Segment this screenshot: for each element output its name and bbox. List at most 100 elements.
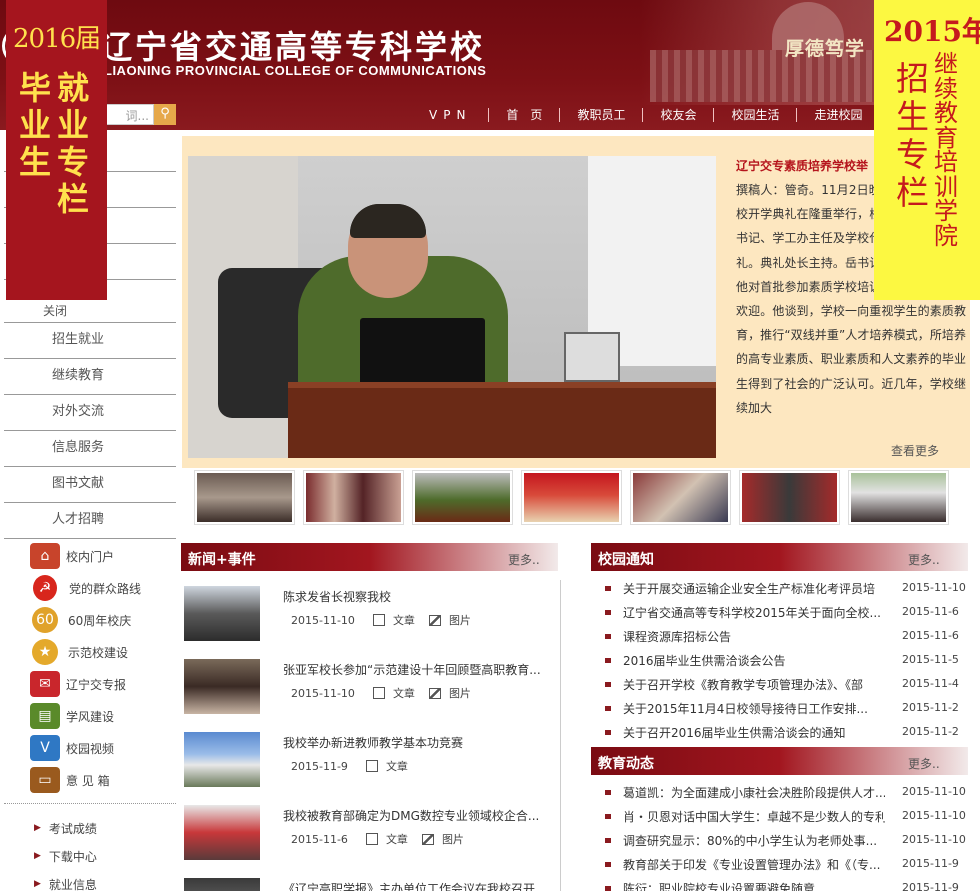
sidebar-divider xyxy=(4,803,176,804)
news-more-link[interactable]: 更多.. xyxy=(508,551,540,568)
article-link[interactable]: 文章 xyxy=(386,758,408,774)
news-thumbnail[interactable] xyxy=(184,878,260,891)
image-link[interactable]: 图片 xyxy=(449,685,471,701)
thumbnail[interactable] xyxy=(303,470,404,525)
bullet-icon xyxy=(605,790,611,795)
quick-link-suggestion-box[interactable]: ▭ 意 见 箱 xyxy=(30,764,180,796)
sub-link-downloads[interactable]: ▶ 下载中心 xyxy=(34,842,97,870)
image-link[interactable]: 图片 xyxy=(449,612,471,628)
notice-item[interactable]: 关于召开2016届毕业生供需洽谈会的通知 2015-11-2 xyxy=(595,721,967,745)
edu-news-title[interactable]: 肖・贝恩对话中国大学生：卓越不是少数人的专利 xyxy=(623,808,885,825)
sidebar-item-continuing-education[interactable]: 继续教育 xyxy=(4,359,176,395)
thumbnail[interactable] xyxy=(412,470,513,525)
notice-title[interactable]: 课程资源库招标公告 xyxy=(623,628,885,645)
edu-news-item[interactable]: 肖・贝恩对话中国大学生：卓越不是少数人的专利 2015-11-10 xyxy=(595,805,967,829)
thumbnail[interactable] xyxy=(848,470,949,525)
sub-link-exam-scores[interactable]: ▶ 考试成绩 xyxy=(34,814,97,842)
news-title[interactable]: 陈求发省长视察我校 xyxy=(283,588,553,605)
close-float-ad-link[interactable]: 关闭 xyxy=(43,302,67,319)
notice-item[interactable]: 2016届毕业生供需洽谈会公告 2015-11-5 xyxy=(595,649,967,673)
quick-link-model-school[interactable]: ★ 示范校建设 xyxy=(30,636,180,668)
bullet-icon xyxy=(605,862,611,867)
notice-item[interactable]: 关于2015年11月4日校领导接待日工作安排... 2015-11-2 xyxy=(595,697,967,721)
nav-about[interactable]: 走进校园 xyxy=(797,108,879,122)
news-thumbnail[interactable] xyxy=(184,732,260,787)
article-link[interactable]: 文章 xyxy=(393,685,415,701)
quick-link-study-style[interactable]: ▤ 学风建设 xyxy=(30,700,180,732)
quick-link-video[interactable]: V 校园视频 xyxy=(30,732,180,764)
notice-item[interactable]: 课程资源库招标公告 2015-11-6 xyxy=(595,625,967,649)
quick-link-portal[interactable]: ⌂ 校内门户 xyxy=(30,540,180,572)
news-item[interactable]: 我校被教育部确定为DMG数控专业领域校企合... 2015-11-6 文章 图片 xyxy=(184,799,556,860)
edu-news-more-link[interactable]: 更多.. xyxy=(908,755,940,772)
sub-link-employment[interactable]: ▶ 就业信息 xyxy=(34,870,97,891)
news-thumbnail[interactable] xyxy=(184,586,260,641)
nav-alumni[interactable]: 校友会 xyxy=(643,108,715,122)
article-link[interactable]: 文章 xyxy=(393,612,415,628)
thumbnail[interactable] xyxy=(194,470,295,525)
edu-news-title[interactable]: 葛道凯：为全面建成小康社会决胜阶段提供人才... xyxy=(623,784,885,801)
bullet-arrow-icon: ▶ xyxy=(34,851,41,861)
nav-vpn[interactable]: VPN xyxy=(415,108,490,122)
notices-more-link[interactable]: 更多.. xyxy=(908,551,940,568)
notice-item[interactable]: 关于召开学校《教育教学专项管理办法》、《部 2015-11-4 xyxy=(595,673,967,697)
sidebar-item-library[interactable]: 图书文献 xyxy=(4,467,176,503)
notice-date: 2015-11-2 xyxy=(902,725,959,738)
quick-link-label: 60周年校庆 xyxy=(68,613,132,628)
notice-title[interactable]: 关于2015年11月4日校领导接待日工作安排... xyxy=(623,700,885,717)
edu-news-item[interactable]: 陈衍：职业院校专业设置要避免随意 2015-11-9 xyxy=(595,877,967,891)
article-link[interactable]: 文章 xyxy=(386,831,408,847)
image-icon xyxy=(428,614,441,626)
edu-news-title[interactable]: 陈衍：职业院校专业设置要避免随意 xyxy=(623,880,885,891)
graduate-employment-float-ad[interactable]: 2016届 毕 业 生 就 业 专 栏 xyxy=(6,0,107,300)
news-item[interactable]: 我校举办新进教师教学基本功竞赛 2015-11-9 文章 xyxy=(184,726,556,787)
edu-news-title[interactable]: 调查研究显示：80%的中小学生认为老师处事... xyxy=(623,832,885,849)
news-item[interactable]: 陈求发省长视察我校 2015-11-10 文章 图片 xyxy=(184,580,556,641)
sidebar-item-recruitment[interactable]: 人才招聘 xyxy=(4,503,176,539)
admissions-float-ad[interactable]: 2015年 招 生 专 栏 继 续 教 育 培 训 学 院 xyxy=(874,0,980,300)
news-title[interactable]: 我校举办新进教师教学基本功竞赛 xyxy=(283,734,553,751)
edu-news-item[interactable]: 葛道凯：为全面建成小康社会决胜阶段提供人才... 2015-11-10 xyxy=(595,781,967,805)
featured-more-link[interactable]: 查看更多 xyxy=(891,442,939,459)
sidebar-item-admissions[interactable]: 招生就业 xyxy=(4,323,176,359)
edu-news-item[interactable]: 调查研究显示：80%的中小学生认为老师处事... 2015-11-10 xyxy=(595,829,967,853)
edu-news-item[interactable]: 教育部关于印发《专业设置管理办法》和《（专... 2015-11-9 xyxy=(595,853,967,877)
nav-campus-life[interactable]: 校园生活 xyxy=(714,108,798,122)
featured-photo[interactable] xyxy=(188,156,716,458)
thumbnail[interactable] xyxy=(630,470,731,525)
float-ad-char: 育 xyxy=(934,123,958,152)
notice-item[interactable]: 关于开展交通运输企业安全生产标准化考评员培 2015-11-10 xyxy=(595,577,967,601)
featured-title[interactable]: 辽宁交专素质培养学校举 xyxy=(736,157,876,174)
search-button[interactable]: ⚲ xyxy=(154,104,176,125)
news-thumbnail[interactable] xyxy=(184,659,260,714)
news-title[interactable]: 我校被教育部确定为DMG数控专业领域校企合... xyxy=(283,807,553,824)
notice-item[interactable]: 辽宁省交通高等专科学校2015年关于面向全校... 2015-11-6 xyxy=(595,601,967,625)
image-link[interactable]: 图片 xyxy=(442,831,464,847)
nav-home[interactable]: 首 页 xyxy=(489,108,561,122)
sidebar-item-info-services[interactable]: 信息服务 xyxy=(4,431,176,467)
news-item[interactable]: 张亚军校长参加“示范建设十年回顾暨高职教育... 2015-11-10 文章 图片 xyxy=(184,653,556,714)
news-meta: 2015-11-6 文章 图片 xyxy=(291,831,464,847)
thumbnail[interactable] xyxy=(521,470,622,525)
edu-news-title[interactable]: 教育部关于印发《专业设置管理办法》和《（专... xyxy=(623,856,885,873)
news-section-header: 新闻+事件 更多.. xyxy=(181,543,558,571)
quick-link-label: 党的群众路线 xyxy=(69,581,142,596)
thumbnail[interactable] xyxy=(739,470,840,525)
notice-title[interactable]: 关于开展交通运输企业安全生产标准化考评员培 xyxy=(623,580,885,597)
sidebar-item-international[interactable]: 对外交流 xyxy=(4,395,176,431)
notice-title[interactable]: 关于召开2016届毕业生供需洽谈会的通知 xyxy=(623,724,885,741)
nav-staff[interactable]: 教职员工 xyxy=(560,108,644,122)
notices-section-header: 校园通知 更多.. xyxy=(591,543,968,571)
notice-title[interactable]: 2016届毕业生供需洽谈会公告 xyxy=(623,652,885,669)
news-title[interactable]: 张亚军校长参加“示范建设十年回顾暨高职教育... xyxy=(283,661,553,678)
notice-title[interactable]: 辽宁省交通高等专科学校2015年关于面向全校... xyxy=(623,604,885,621)
quick-link-anniversary[interactable]: 60 60周年校庆 xyxy=(30,604,180,636)
news-meta: 2015-11-9 文章 xyxy=(291,758,408,774)
quick-link-newspaper[interactable]: ✉ 辽宁交专报 xyxy=(30,668,180,700)
news-title[interactable]: 《辽宁高职学报》主办单位工作会议在我校召开 xyxy=(283,880,553,891)
news-item[interactable]: 《辽宁高职学报》主办单位工作会议在我校召开 xyxy=(184,872,556,891)
notice-title[interactable]: 关于召开学校《教育教学专项管理办法》、《部 xyxy=(623,676,885,693)
school-name-cn[interactable]: 辽宁省交通高等专科学校 xyxy=(100,22,485,68)
quick-link-party-line[interactable]: ☭ 党的群众路线 xyxy=(30,572,180,604)
news-thumbnail[interactable] xyxy=(184,805,260,860)
